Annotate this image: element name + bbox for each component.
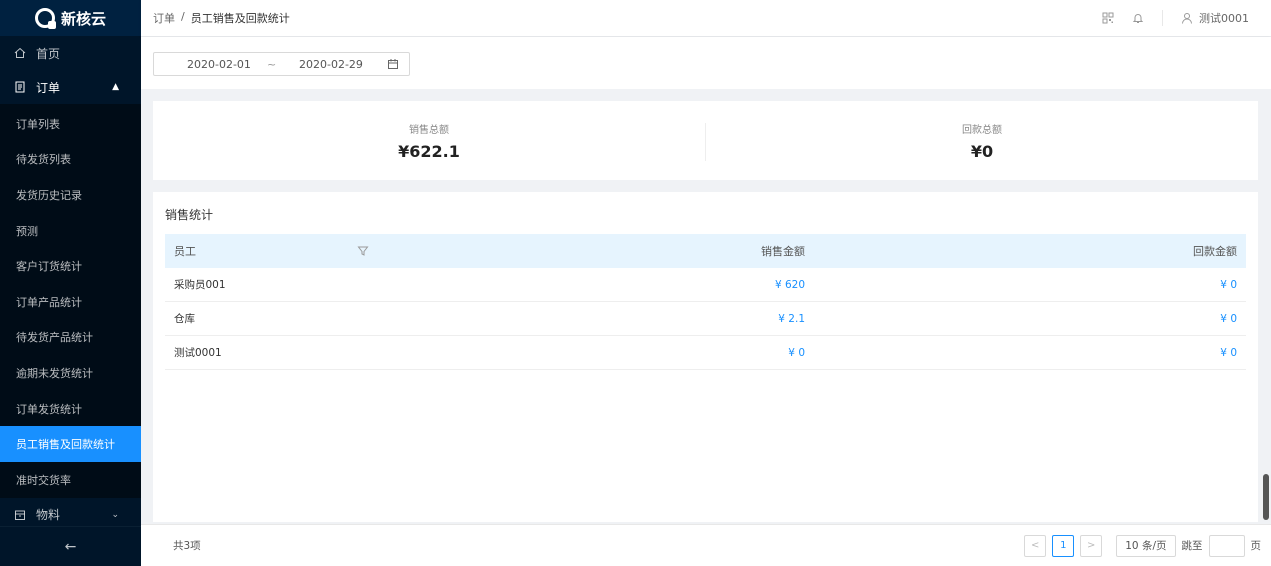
summary-card: 销售总额 ¥622.1 回款总额 ¥0 — [153, 101, 1258, 180]
sales-stats-card: 销售统计 员工 销售金额 回款金额 采购员001 ¥ 620 ¥ 0 仓库 ¥ … — [153, 192, 1258, 522]
sidebar-subitem-customer-order-stats[interactable]: 客户订货统计 — [0, 248, 141, 284]
end-date[interactable]: 2020-02-29 — [299, 58, 363, 71]
cell-refund: ¥ 0 — [1220, 346, 1237, 359]
sidebar-item-home[interactable]: 首页 — [0, 36, 141, 70]
pagination: < 1 > 10 条/页 跳至 页 — [1024, 534, 1271, 557]
user-menu[interactable]: 测试0001 — [1181, 10, 1249, 26]
user-icon — [1182, 13, 1192, 24]
table-header: 员工 销售金额 回款金额 — [165, 234, 1246, 268]
sales-total-value: ¥622.1 — [398, 142, 460, 161]
goto-label: 跳至 — [1181, 540, 1203, 552]
orders-submenu: 订单列表 待发货列表 发货历史记录 预测 客户订货统计 订单产品统计 待发货产品… — [0, 104, 141, 498]
sidebar-subitem-order-shipment-stats[interactable]: 订单发货统计 — [0, 391, 141, 427]
refund-total-label: 回款总额 — [962, 125, 1002, 136]
breadcrumb-separator: / — [181, 10, 185, 23]
app-logo[interactable]: 新核云 — [0, 0, 141, 36]
sidebar-subitem-employee-sales-stats[interactable]: 员工销售及回款统计 — [0, 426, 141, 462]
total-count: 共3项 — [173, 540, 201, 552]
qrcode-icon[interactable] — [1102, 12, 1114, 24]
prev-page-button[interactable]: < — [1024, 534, 1047, 557]
filter-bar: 2020-02-01 ~ 2020-02-29 — [141, 37, 1271, 89]
column-sales: 销售金额 — [761, 245, 805, 258]
cell-employee: 采购员001 — [174, 279, 226, 291]
page-button[interactable]: 1 — [1052, 534, 1075, 557]
column-refund: 回款金额 — [1193, 245, 1237, 258]
breadcrumb: 订单 / 员工销售及回款统计 — [141, 10, 290, 26]
username: 测试0001 — [1199, 12, 1249, 25]
chevron-up-icon: ▲ — [112, 82, 119, 92]
sidebar-subitem-order-list[interactable]: 订单列表 — [0, 106, 141, 142]
sidebar-item-label: 物料 — [36, 508, 61, 523]
start-date[interactable]: 2020-02-01 — [187, 58, 251, 71]
calendar-icon — [388, 59, 398, 69]
sidebar-subitem-pending-shipment-list[interactable]: 待发货列表 — [0, 142, 141, 178]
sidebar-item-label: 首页 — [36, 46, 61, 61]
sidebar-item-orders[interactable]: 订单 ▲ — [0, 70, 141, 104]
breadcrumb-current: 员工销售及回款统计 — [190, 12, 290, 25]
bell-icon[interactable] — [1132, 12, 1144, 24]
chevron-down-icon: ⌄ — [111, 509, 119, 520]
table-row: 仓库 ¥ 2.1 ¥ 0 — [165, 302, 1246, 336]
sales-total: 销售总额 ¥622.1 — [153, 101, 705, 180]
sidebar-subitem-shipment-history[interactable]: 发货历史记录 — [0, 177, 141, 213]
table-row: 测试0001 ¥ 0 ¥ 0 — [165, 336, 1246, 370]
sidebar-subitem-forecast[interactable]: 预测 — [0, 213, 141, 249]
home-icon — [14, 47, 26, 58]
sidebar-subitem-pending-product-stats[interactable]: 待发货产品统计 — [0, 320, 141, 356]
top-header: 订单 / 员工销售及回款统计 测试0001 — [141, 0, 1271, 36]
cell-sales: ¥ 620 — [774, 278, 805, 291]
table-row: 采购员001 ¥ 620 ¥ 0 — [165, 268, 1246, 302]
goto-page-input[interactable] — [1208, 534, 1245, 557]
logo-icon — [34, 8, 56, 29]
sales-total-label: 销售总额 — [409, 125, 449, 136]
sidebar-subitem-overdue-stats[interactable]: 逾期未发货统计 — [0, 355, 141, 391]
next-page-button[interactable]: > — [1080, 534, 1103, 557]
arrow-left-icon: ← — [64, 538, 77, 555]
cell-employee: 测试0001 — [174, 347, 222, 359]
column-employee-label: 员工 — [174, 245, 196, 258]
scrollbar-thumb[interactable] — [1263, 474, 1269, 520]
breadcrumb-orders[interactable]: 订单 — [153, 10, 175, 26]
app-name: 新核云 — [60, 9, 106, 28]
collapse-sidebar-button[interactable]: ← — [0, 526, 141, 566]
refund-total: 回款总额 ¥0 — [706, 101, 1258, 180]
filter-icon[interactable] — [357, 245, 369, 257]
sidebar-subitem-on-time-rate[interactable]: 准时交货率 — [0, 462, 141, 498]
sidebar-item-label: 订单 — [36, 80, 61, 95]
refund-total-value: ¥0 — [970, 142, 994, 161]
cell-sales: ¥ 2.1 — [778, 312, 805, 325]
sales-table: 员工 销售金额 回款金额 采购员001 ¥ 620 ¥ 0 仓库 ¥ 2.1 ¥… — [165, 234, 1246, 370]
range-separator: ~ — [267, 57, 277, 71]
column-employee: 员工 — [165, 243, 381, 259]
card-title: 销售统计 — [165, 208, 214, 222]
box-icon — [15, 510, 25, 520]
cell-refund: ¥ 0 — [1220, 312, 1237, 325]
sidebar: 新核云 首页 订单 ▲ 订单列表 待发货列表 发货历史记录 预测 客户订货统计 … — [0, 0, 141, 566]
cell-sales: ¥ 0 — [788, 346, 805, 359]
cell-employee: 仓库 — [174, 313, 195, 325]
sidebar-subitem-order-product-stats[interactable]: 订单产品统计 — [0, 284, 141, 320]
table-footer: 共3项 < 1 > 10 条/页 跳至 页 — [141, 524, 1271, 566]
date-range-picker[interactable]: 2020-02-01 ~ 2020-02-29 — [153, 52, 410, 76]
document-icon — [15, 81, 25, 93]
header-divider — [1162, 10, 1163, 26]
page-unit-label: 页 — [1250, 540, 1262, 552]
cell-refund: ¥ 0 — [1220, 278, 1237, 291]
page-size-select[interactable]: 10 条/页 — [1116, 534, 1176, 557]
